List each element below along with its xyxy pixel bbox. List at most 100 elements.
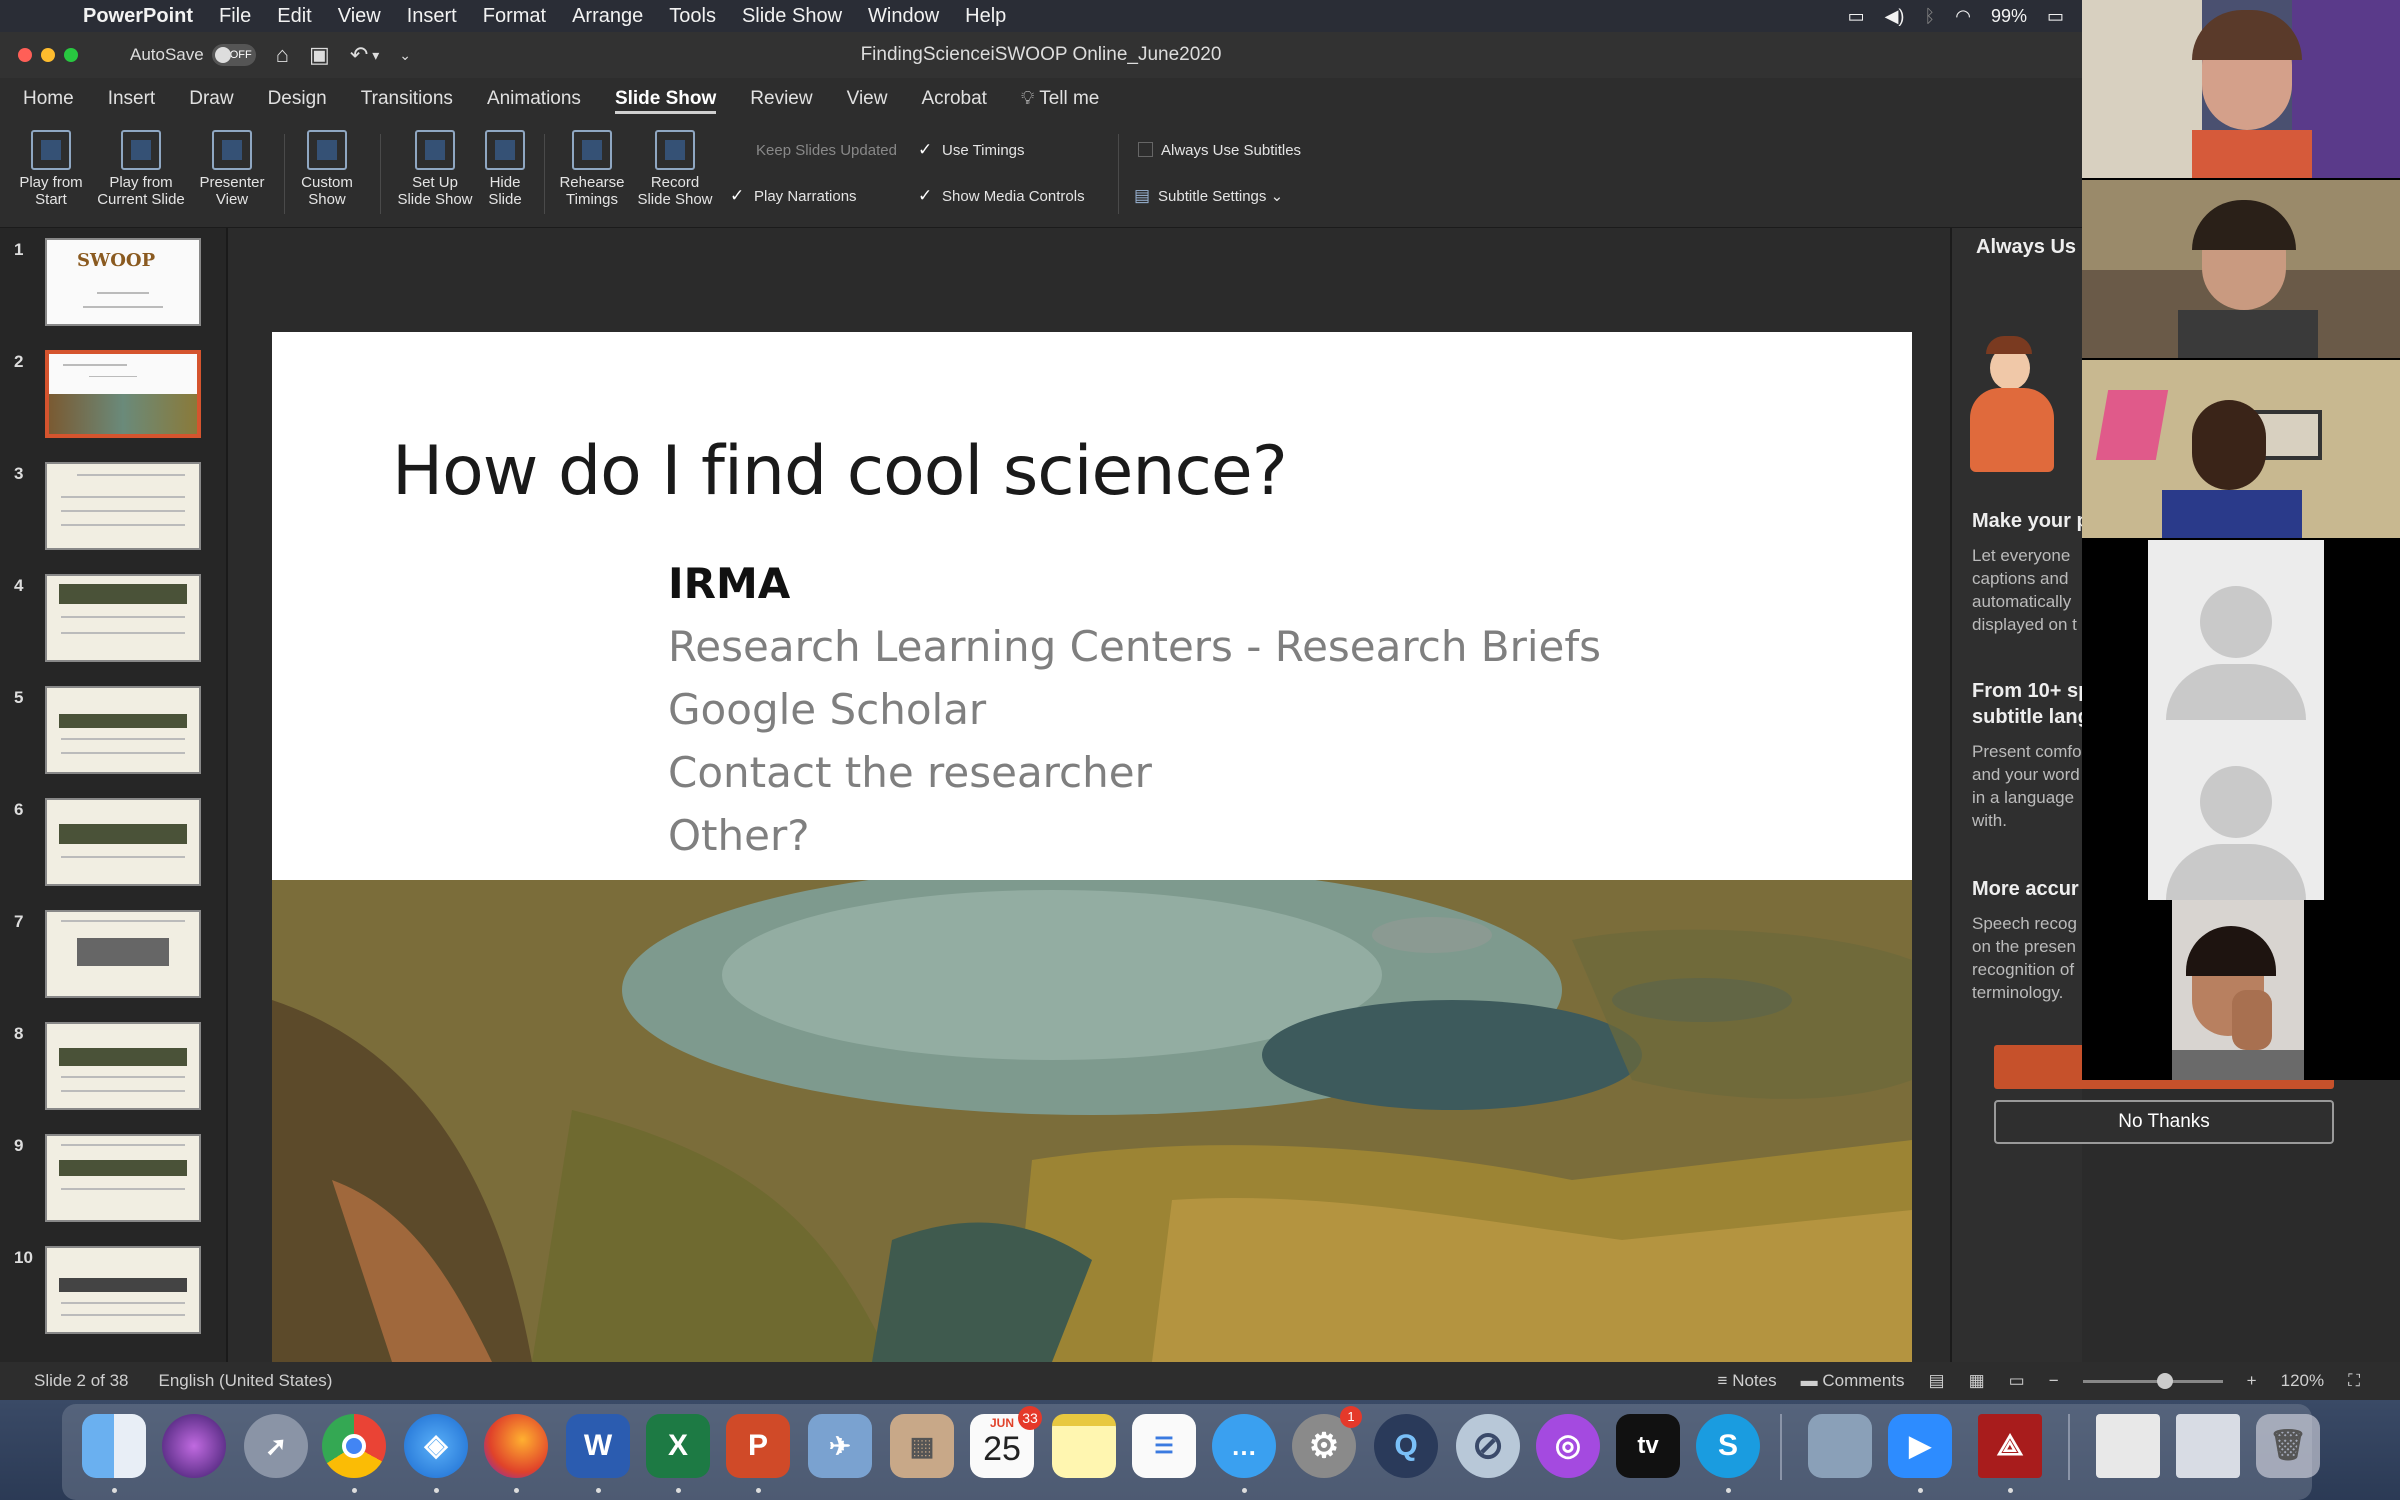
menu-view[interactable]: View bbox=[325, 5, 394, 28]
tab-home[interactable]: Home bbox=[6, 78, 91, 120]
zoom-in-icon[interactable]: + bbox=[2247, 1371, 2257, 1391]
slide-thumbnail[interactable]: 6 bbox=[0, 788, 226, 888]
wifi-icon[interactable]: ◠ bbox=[1955, 6, 1971, 27]
comments-button[interactable]: ▬ Comments bbox=[1801, 1371, 1905, 1391]
rehearse-timings-button[interactable]: Rehearse Timings bbox=[552, 130, 632, 208]
set-up-slide-show-button[interactable]: Set Up Slide Show bbox=[392, 130, 478, 208]
trash-icon[interactable]: 🗑︎ bbox=[2256, 1414, 2320, 1478]
participant-no-video[interactable] bbox=[2148, 540, 2324, 720]
normal-view-icon[interactable]: ▤ bbox=[1929, 1371, 1945, 1391]
participant-video[interactable] bbox=[2172, 900, 2304, 1080]
undo-dropdown-icon[interactable]: ▾ bbox=[372, 47, 379, 64]
excel-icon[interactable]: X bbox=[646, 1414, 710, 1478]
slide-sorter-icon[interactable]: ▦ bbox=[1969, 1371, 1985, 1391]
zoom-slider[interactable] bbox=[2082, 1372, 2223, 1389]
slide-thumbnail[interactable]: 4 bbox=[0, 564, 226, 664]
firefox-icon[interactable] bbox=[484, 1414, 548, 1478]
menu-edit[interactable]: Edit bbox=[264, 5, 324, 28]
slide-thumbnail[interactable]: 5 bbox=[0, 676, 226, 776]
tab-animations[interactable]: Animations bbox=[470, 78, 598, 120]
slide-title[interactable]: How do I find cool science? bbox=[392, 432, 1288, 511]
subtitle-settings-dropdown[interactable]: ▤ Subtitle Settings ⌄ bbox=[1134, 186, 1283, 206]
slide-thumbnail[interactable]: 9 bbox=[0, 1124, 226, 1224]
show-media-controls-checkbox[interactable]: ✓ Show Media Controls bbox=[918, 186, 1085, 206]
word-icon[interactable]: W bbox=[566, 1414, 630, 1478]
skype-icon[interactable]: S bbox=[1696, 1414, 1760, 1478]
autosave-toggle[interactable]: OFF bbox=[211, 44, 256, 66]
undo-icon[interactable]: ↶ bbox=[350, 42, 368, 68]
menu-tools[interactable]: Tools bbox=[656, 5, 729, 28]
bluetooth-icon[interactable]: ᛒ bbox=[1924, 6, 1935, 27]
launchpad-icon[interactable]: ➚ bbox=[244, 1414, 308, 1478]
airplay-icon[interactable]: ▭ bbox=[1848, 6, 1865, 27]
participant-no-video[interactable] bbox=[2148, 720, 2324, 900]
volume-icon[interactable]: ◀) bbox=[1885, 6, 1905, 27]
slide-thumbnail-selected[interactable]: 2 bbox=[0, 340, 226, 440]
play-narrations-checkbox[interactable]: ✓ Play Narrations bbox=[730, 186, 857, 206]
messages-icon[interactable]: … bbox=[1212, 1414, 1276, 1478]
zoom-window-button[interactable] bbox=[64, 48, 78, 62]
tab-slide-show[interactable]: Slide Show bbox=[598, 78, 733, 120]
zoom-out-icon[interactable]: − bbox=[2049, 1371, 2059, 1391]
menu-slide-show[interactable]: Slide Show bbox=[729, 5, 855, 28]
zoom-slider-handle[interactable] bbox=[2156, 1372, 2173, 1389]
tab-design[interactable]: Design bbox=[251, 78, 344, 120]
customize-toolbar-icon[interactable]: ⌄ bbox=[399, 47, 411, 64]
minimize-window-button[interactable] bbox=[41, 48, 55, 62]
slide-thumbnail[interactable]: 7 bbox=[0, 900, 226, 1000]
reading-view-icon[interactable]: ▭ bbox=[2009, 1371, 2025, 1391]
document-stack-icon[interactable] bbox=[2096, 1414, 2160, 1478]
menu-file[interactable]: File bbox=[206, 5, 264, 28]
use-timings-checkbox[interactable]: ✓ Use Timings bbox=[918, 140, 1025, 160]
slide-thumbnail[interactable]: 8 bbox=[0, 1012, 226, 1112]
tell-me-search[interactable]: 💡︎ Tell me bbox=[1004, 78, 1116, 120]
slide-bullet-list[interactable]: IRMA Research Learning Centers - Researc… bbox=[668, 552, 1601, 867]
chrome-icon[interactable] bbox=[322, 1414, 386, 1478]
system-preferences-icon[interactable]: ⚙︎ 1 bbox=[1292, 1406, 1362, 1478]
menu-arrange[interactable]: Arrange bbox=[559, 5, 656, 28]
participant-video[interactable] bbox=[2082, 180, 2400, 358]
slide-thumbnail[interactable]: 3 bbox=[0, 452, 226, 552]
participant-video[interactable] bbox=[2082, 360, 2400, 538]
tab-acrobat[interactable]: Acrobat bbox=[904, 78, 1003, 120]
record-slide-show-button[interactable]: Record Slide Show bbox=[632, 130, 718, 208]
play-from-start-button[interactable]: Play from Start bbox=[10, 130, 92, 208]
hot-spring-photo[interactable] bbox=[272, 880, 1912, 1362]
play-from-current-slide-button[interactable]: Play from Current Slide bbox=[92, 130, 190, 208]
preview-icon[interactable]: ✈︎ bbox=[808, 1414, 872, 1478]
apple-tv-icon[interactable]: tv bbox=[1616, 1414, 1680, 1478]
tab-review[interactable]: Review bbox=[733, 78, 829, 120]
menu-app-name[interactable]: PowerPoint bbox=[70, 5, 206, 28]
always-use-subtitles-checkbox[interactable]: Always Use Subtitles bbox=[1138, 142, 1301, 159]
fit-to-window-icon[interactable]: ⛶ bbox=[2348, 1371, 2360, 1391]
save-icon[interactable]: ▣ bbox=[309, 42, 330, 68]
menu-window[interactable]: Window bbox=[855, 5, 952, 28]
reminders-icon[interactable]: ☰ bbox=[1132, 1414, 1196, 1478]
zoom-level[interactable]: 120% bbox=[2281, 1371, 2324, 1391]
finder-icon[interactable] bbox=[82, 1414, 146, 1478]
screenshot-folder-icon[interactable] bbox=[1808, 1414, 1872, 1478]
menu-help[interactable]: Help bbox=[952, 5, 1019, 28]
battery-icon[interactable]: ▭ bbox=[2047, 6, 2064, 27]
menu-format[interactable]: Format bbox=[470, 5, 559, 28]
slide-thumbnail[interactable]: 1 SWOOP bbox=[0, 228, 226, 328]
powerpoint-icon[interactable]: P bbox=[726, 1414, 790, 1478]
notes-button[interactable]: ≡ Notes bbox=[1718, 1371, 1777, 1391]
tab-draw[interactable]: Draw bbox=[172, 78, 250, 120]
no-access-icon[interactable]: ⊘ bbox=[1456, 1414, 1520, 1478]
custom-show-button[interactable]: Custom Show bbox=[292, 130, 362, 208]
archive-icon[interactable]: ▦ bbox=[890, 1414, 954, 1478]
calendar-icon[interactable]: JUN 25 33 bbox=[970, 1406, 1042, 1478]
acrobat-icon[interactable]: ⟁ bbox=[1978, 1414, 2042, 1478]
tab-transitions[interactable]: Transitions bbox=[344, 78, 470, 120]
tab-insert[interactable]: Insert bbox=[91, 78, 173, 120]
downloads-stack-icon[interactable] bbox=[2176, 1414, 2240, 1478]
quicktime-icon[interactable]: Q bbox=[1374, 1414, 1438, 1478]
presenter-view-button[interactable]: Presenter View bbox=[192, 130, 272, 208]
home-icon[interactable]: ⌂ bbox=[276, 42, 289, 68]
notes-app-icon[interactable] bbox=[1052, 1414, 1116, 1478]
language-indicator[interactable]: English (United States) bbox=[159, 1371, 333, 1391]
menu-insert[interactable]: Insert bbox=[394, 5, 470, 28]
current-slide[interactable]: How do I find cool science? IRMA Researc… bbox=[272, 332, 1912, 1362]
safari-icon[interactable]: ◈ bbox=[404, 1414, 468, 1478]
